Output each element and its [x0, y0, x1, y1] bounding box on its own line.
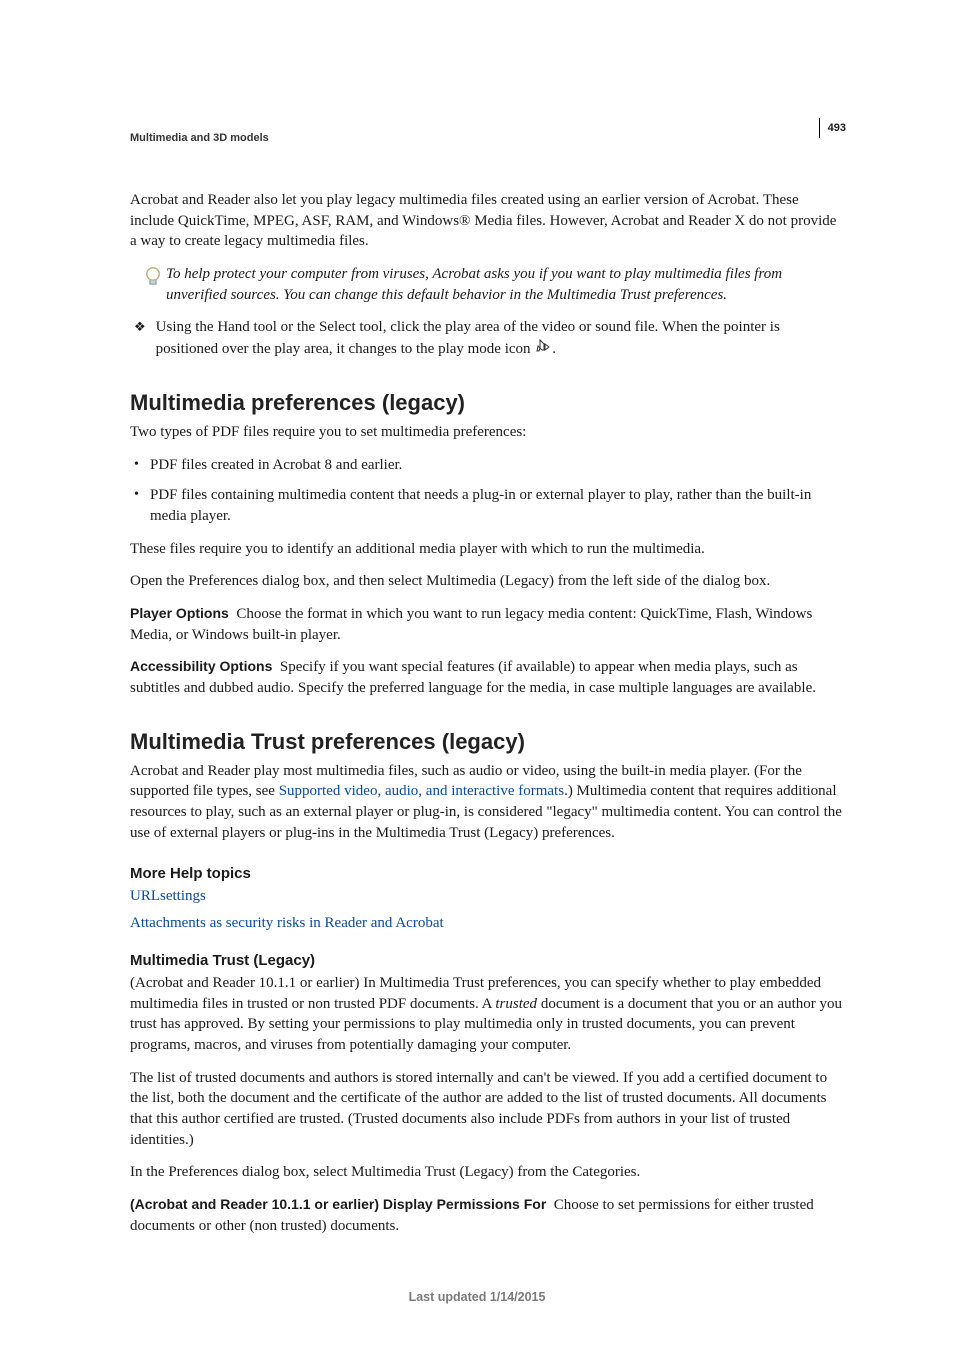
- option-paragraph: (Acrobat and Reader 10.1.1 or earlier) D…: [130, 1195, 846, 1236]
- tip-text: To help protect your computer from virus…: [166, 264, 846, 305]
- link-attachments-security[interactable]: Attachments as security risks in Reader …: [130, 915, 444, 931]
- subsection-heading: Multimedia Trust (Legacy): [130, 952, 846, 969]
- section-heading: Multimedia preferences (legacy): [130, 390, 846, 416]
- body-paragraph: These files require you to identify an a…: [130, 539, 846, 560]
- bullet-list: PDF files created in Acrobat 8 and earli…: [130, 455, 846, 527]
- body-paragraph: The list of trusted documents and author…: [130, 1068, 846, 1151]
- diamond-bullet-icon: ❖: [134, 317, 146, 337]
- link-url-settings[interactable]: URLsettings: [130, 888, 206, 904]
- list-item: PDF files created in Acrobat 8 and earli…: [130, 455, 846, 476]
- italic-term: trusted: [495, 996, 537, 1012]
- play-cursor-icon: [534, 338, 552, 356]
- body-paragraph: In the Preferences dialog box, select Mu…: [130, 1162, 846, 1183]
- list-item: PDF files containing multimedia content …: [130, 485, 846, 526]
- section-heading: Multimedia Trust preferences (legacy): [130, 729, 846, 755]
- page-number: 493: [819, 118, 846, 138]
- body-paragraph: Open the Preferences dialog box, and the…: [130, 571, 846, 592]
- option-label: Accessibility Options: [130, 658, 272, 674]
- option-label: Player Options: [130, 605, 229, 621]
- option-paragraph: Player Options Choose the format in whic…: [130, 604, 846, 645]
- body-paragraph: Acrobat and Reader also let you play leg…: [130, 190, 846, 252]
- body-paragraph: Two types of PDF files require you to se…: [130, 422, 846, 443]
- body-paragraph: Acrobat and Reader play most multimedia …: [130, 761, 846, 844]
- lightbulb-icon: [144, 266, 162, 290]
- tip-callout: To help protect your computer from virus…: [130, 264, 846, 305]
- step-text: Using the Hand tool or the Select tool, …: [156, 317, 846, 359]
- more-help-heading: More Help topics: [130, 865, 846, 882]
- page-footer: Last updated 1/14/2015: [0, 1290, 954, 1304]
- document-page: 493 Multimedia and 3D models Acrobat and…: [0, 0, 954, 1350]
- option-paragraph: Accessibility Options Specify if you wan…: [130, 657, 846, 698]
- section-breadcrumb: Multimedia and 3D models: [130, 132, 846, 144]
- link-supported-formats[interactable]: Supported video, audio, and interactive …: [279, 783, 564, 799]
- body-paragraph: (Acrobat and Reader 10.1.1 or earlier) I…: [130, 973, 846, 1056]
- option-label: (Acrobat and Reader 10.1.1 or earlier) D…: [130, 1196, 546, 1212]
- step-item: ❖ Using the Hand tool or the Select tool…: [130, 317, 846, 359]
